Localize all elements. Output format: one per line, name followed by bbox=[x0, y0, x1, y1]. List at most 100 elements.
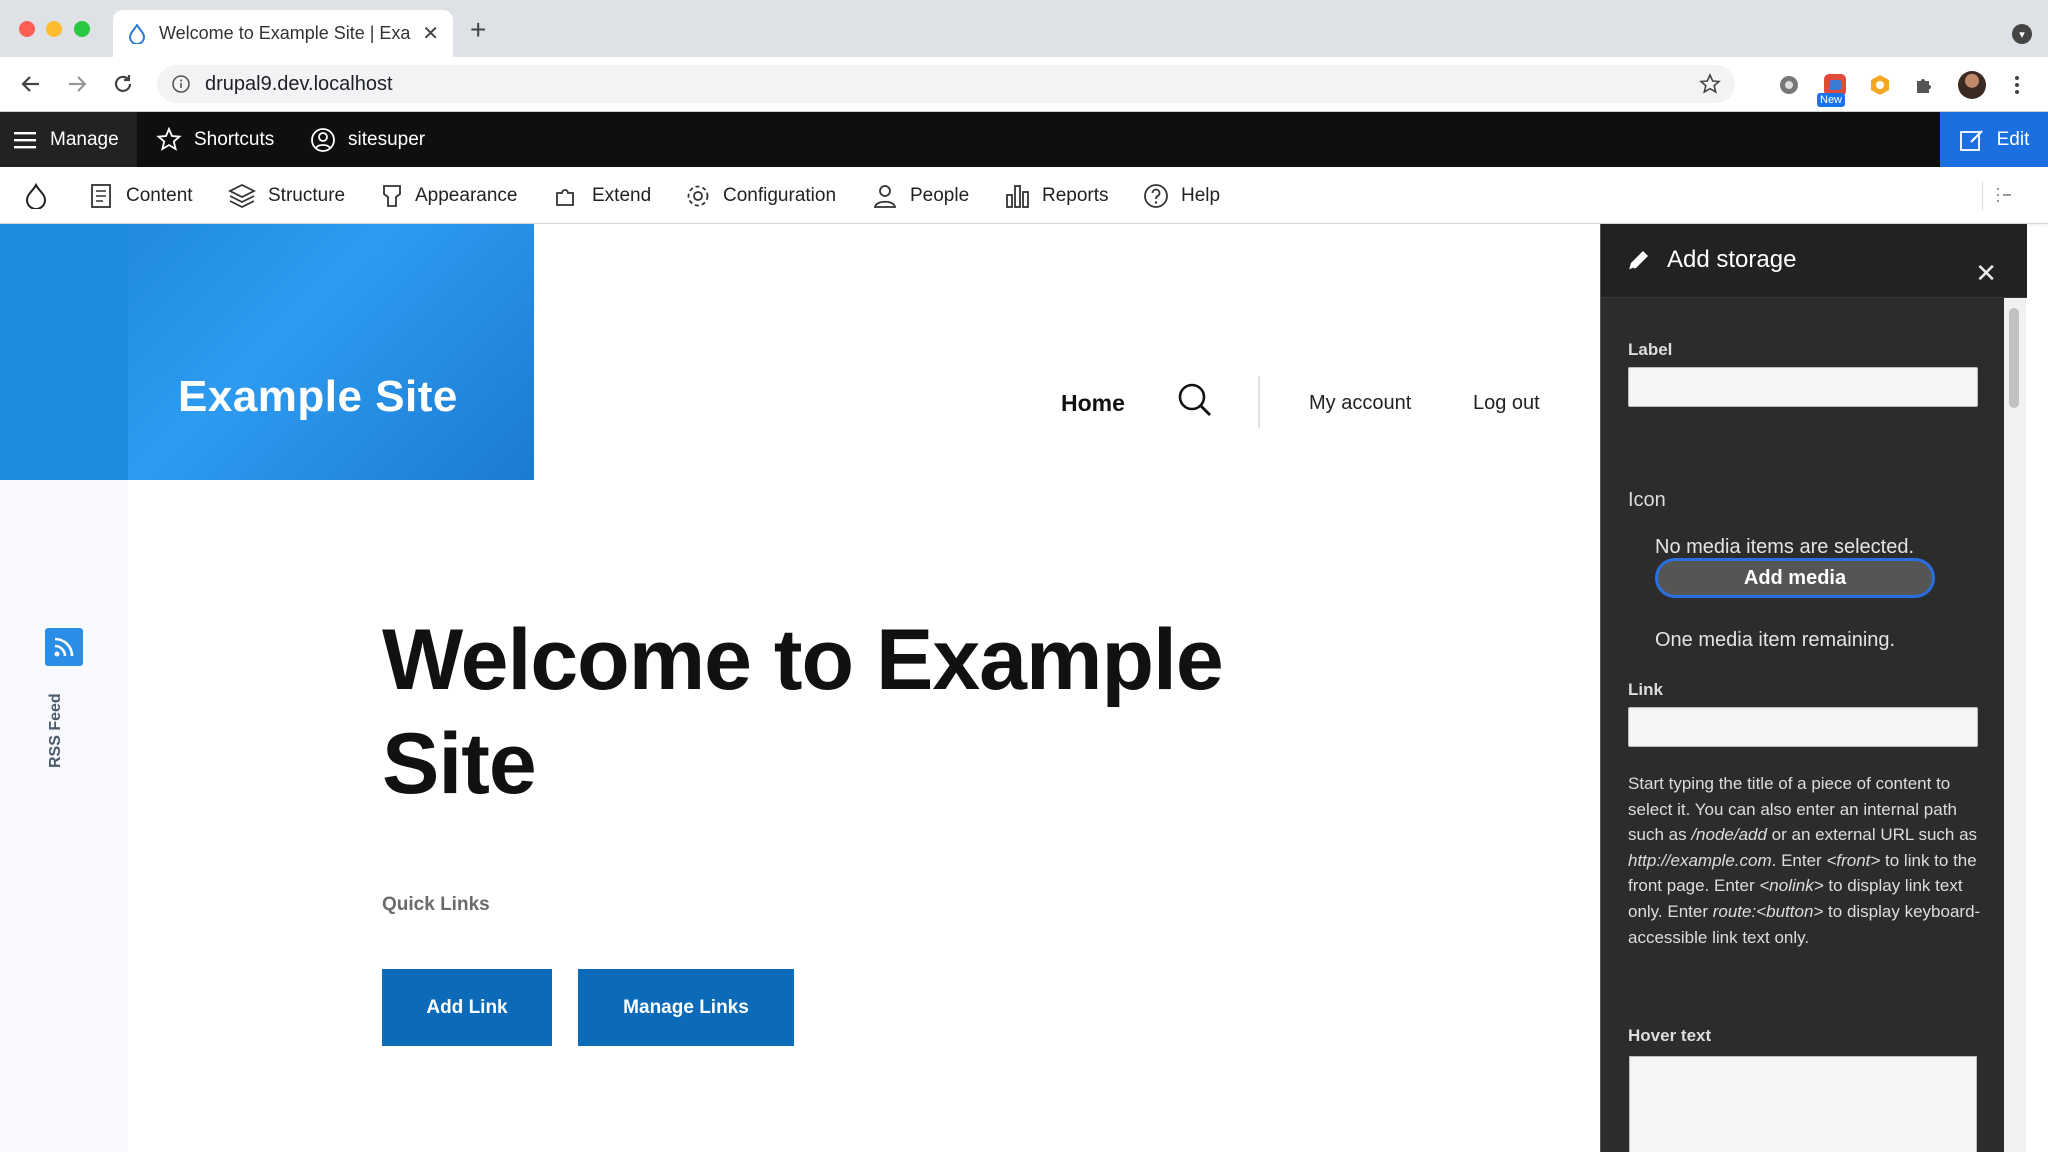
page-background: Example Site Home My account Log out RSS… bbox=[0, 224, 1600, 1152]
close-icon[interactable]: ✕ bbox=[1975, 260, 1997, 286]
profile-avatar[interactable] bbox=[1958, 71, 1986, 99]
rss-feed-link[interactable]: RSS Feed bbox=[45, 628, 83, 768]
menu-item-reports[interactable]: Reports bbox=[1004, 167, 1109, 224]
tab-search-button[interactable]: ▾ bbox=[2012, 24, 2032, 44]
shortcuts-label: Shortcuts bbox=[194, 128, 275, 150]
bookmark-star-icon[interactable] bbox=[1699, 73, 1721, 100]
dialog-body: Label Icon No media items are selected. … bbox=[1601, 298, 2005, 1152]
browser-tab[interactable]: Welcome to Example Site | Exa ✕ bbox=[113, 10, 453, 57]
edit-button[interactable]: Edit bbox=[1940, 112, 2048, 167]
shortcuts-button[interactable]: Shortcuts bbox=[156, 112, 274, 167]
dialog-header: Add storage ✕ bbox=[1601, 224, 2027, 298]
person-icon bbox=[873, 184, 897, 208]
menu-item-people[interactable]: People bbox=[872, 167, 969, 224]
menu-item-label: Help bbox=[1181, 184, 1221, 206]
arrow-right-icon bbox=[69, 76, 87, 92]
menu-item-label: Structure bbox=[268, 184, 346, 206]
menu-item-extend[interactable]: Extend bbox=[554, 167, 651, 224]
scrollbar-thumb[interactable] bbox=[2009, 308, 2019, 408]
menu-item-appearance[interactable]: Appearance bbox=[381, 167, 517, 224]
page-title: Welcome to Example Site bbox=[382, 612, 1224, 812]
orientation-toggle-icon bbox=[1997, 188, 2011, 202]
quick-links-title: Quick Links bbox=[382, 894, 490, 915]
user-button[interactable]: sitesuper bbox=[310, 112, 425, 167]
back-button[interactable] bbox=[16, 69, 46, 99]
icon-field-label: Icon bbox=[1628, 489, 1666, 511]
drupal-home-icon[interactable] bbox=[24, 167, 60, 224]
document-icon bbox=[91, 183, 111, 208]
help-circle-icon bbox=[1144, 183, 1168, 208]
puzzle-icon bbox=[556, 188, 574, 206]
pencil-icon bbox=[1625, 248, 1651, 279]
search-icon[interactable] bbox=[1177, 382, 1213, 423]
my-account-link[interactable]: My account bbox=[1309, 392, 1411, 415]
media-remaining-text: One media item remaining. bbox=[1655, 629, 1896, 651]
tray-orientation-toggle[interactable] bbox=[1982, 181, 2026, 211]
branding-edge bbox=[0, 224, 128, 480]
window-close-button[interactable] bbox=[19, 21, 35, 37]
label-field-label: Label bbox=[1628, 340, 1673, 359]
link-field-label: Link bbox=[1628, 680, 1663, 699]
rss-icon bbox=[45, 628, 83, 666]
offcanvas-dialog: Add storage ✕ Label Icon No media items … bbox=[1600, 224, 2027, 1152]
url-text: drupal9.dev.localhost bbox=[205, 72, 393, 95]
extension-new-icon[interactable]: New bbox=[1817, 71, 1849, 107]
arrow-left-icon bbox=[21, 76, 39, 92]
user-circle-icon bbox=[311, 127, 335, 152]
browser-address-bar: drupal9.dev.localhost New bbox=[0, 57, 2048, 112]
menu-item-label: Extend bbox=[592, 184, 652, 206]
browser-menu-icon[interactable] bbox=[2003, 71, 2031, 99]
logout-link[interactable]: Log out bbox=[1473, 392, 1540, 415]
new-badge: New bbox=[1817, 93, 1846, 107]
tab-close-icon[interactable]: ✕ bbox=[422, 21, 439, 46]
paintbrush-icon bbox=[383, 184, 401, 207]
info-icon[interactable] bbox=[171, 74, 191, 94]
manage-links-button[interactable]: Manage Links bbox=[578, 969, 794, 1046]
bar-chart-icon bbox=[1006, 184, 1029, 208]
menu-item-configuration[interactable]: Configuration bbox=[685, 167, 836, 224]
edit-icon bbox=[1959, 129, 1983, 151]
window-minimize-button[interactable] bbox=[46, 21, 62, 37]
manage-label: Manage bbox=[50, 128, 119, 150]
dialog-title: Add storage bbox=[1667, 246, 1797, 273]
edit-label: Edit bbox=[1996, 128, 2030, 150]
menu-item-label: People bbox=[910, 184, 970, 206]
menu-item-structure[interactable]: Structure bbox=[228, 167, 345, 224]
layers-icon bbox=[228, 183, 256, 208]
label-input[interactable] bbox=[1628, 367, 1978, 407]
menu-item-label: Reports bbox=[1042, 184, 1109, 206]
user-label: sitesuper bbox=[348, 128, 426, 150]
menu-item-label: Configuration bbox=[723, 184, 837, 206]
link-input[interactable] bbox=[1628, 707, 1978, 747]
menu-item-label: Content bbox=[126, 184, 193, 206]
hover-text-label: Hover text bbox=[1628, 1026, 1712, 1045]
menu-item-help[interactable]: Help bbox=[1143, 167, 1220, 224]
nav-home-link[interactable]: Home bbox=[1061, 390, 1125, 417]
new-tab-button[interactable]: + bbox=[470, 16, 486, 44]
admin-menu-tray: Content Structure Appearance Extend Conf… bbox=[0, 167, 2048, 224]
add-media-button[interactable]: Add media bbox=[1655, 558, 1935, 598]
site-branding: Example Site bbox=[0, 224, 534, 480]
extension-gear-icon[interactable] bbox=[1775, 71, 1803, 99]
window-zoom-button[interactable] bbox=[74, 21, 90, 37]
puzzle-extensions-icon[interactable] bbox=[1911, 71, 1939, 99]
reload-icon bbox=[114, 75, 132, 92]
browser-tab-bar: Welcome to Example Site | Exa ✕ + ▾ bbox=[0, 0, 2048, 57]
tab-title: Welcome to Example Site | Exa bbox=[159, 23, 411, 43]
nav-divider bbox=[1258, 376, 1260, 428]
extension-orange-icon[interactable] bbox=[1866, 71, 1894, 99]
add-link-button[interactable]: Add Link bbox=[382, 969, 552, 1046]
reload-button[interactable] bbox=[108, 69, 138, 99]
rss-label: RSS Feed bbox=[47, 693, 64, 768]
url-field[interactable]: drupal9.dev.localhost bbox=[157, 65, 1735, 103]
forward-button[interactable] bbox=[62, 69, 92, 99]
drupal-drop-icon bbox=[127, 23, 147, 44]
manage-button[interactable]: Manage bbox=[0, 112, 137, 167]
menu-item-content[interactable]: Content bbox=[88, 167, 193, 224]
hover-text-textarea[interactable] bbox=[1629, 1056, 1977, 1152]
hamburger-icon bbox=[14, 131, 36, 148]
dialog-scrollbar[interactable] bbox=[2004, 298, 2026, 1152]
no-media-text: No media items are selected. bbox=[1655, 536, 1915, 558]
link-help-text: Start typing the title of a piece of con… bbox=[1628, 774, 1981, 947]
site-name[interactable]: Example Site bbox=[178, 372, 458, 422]
